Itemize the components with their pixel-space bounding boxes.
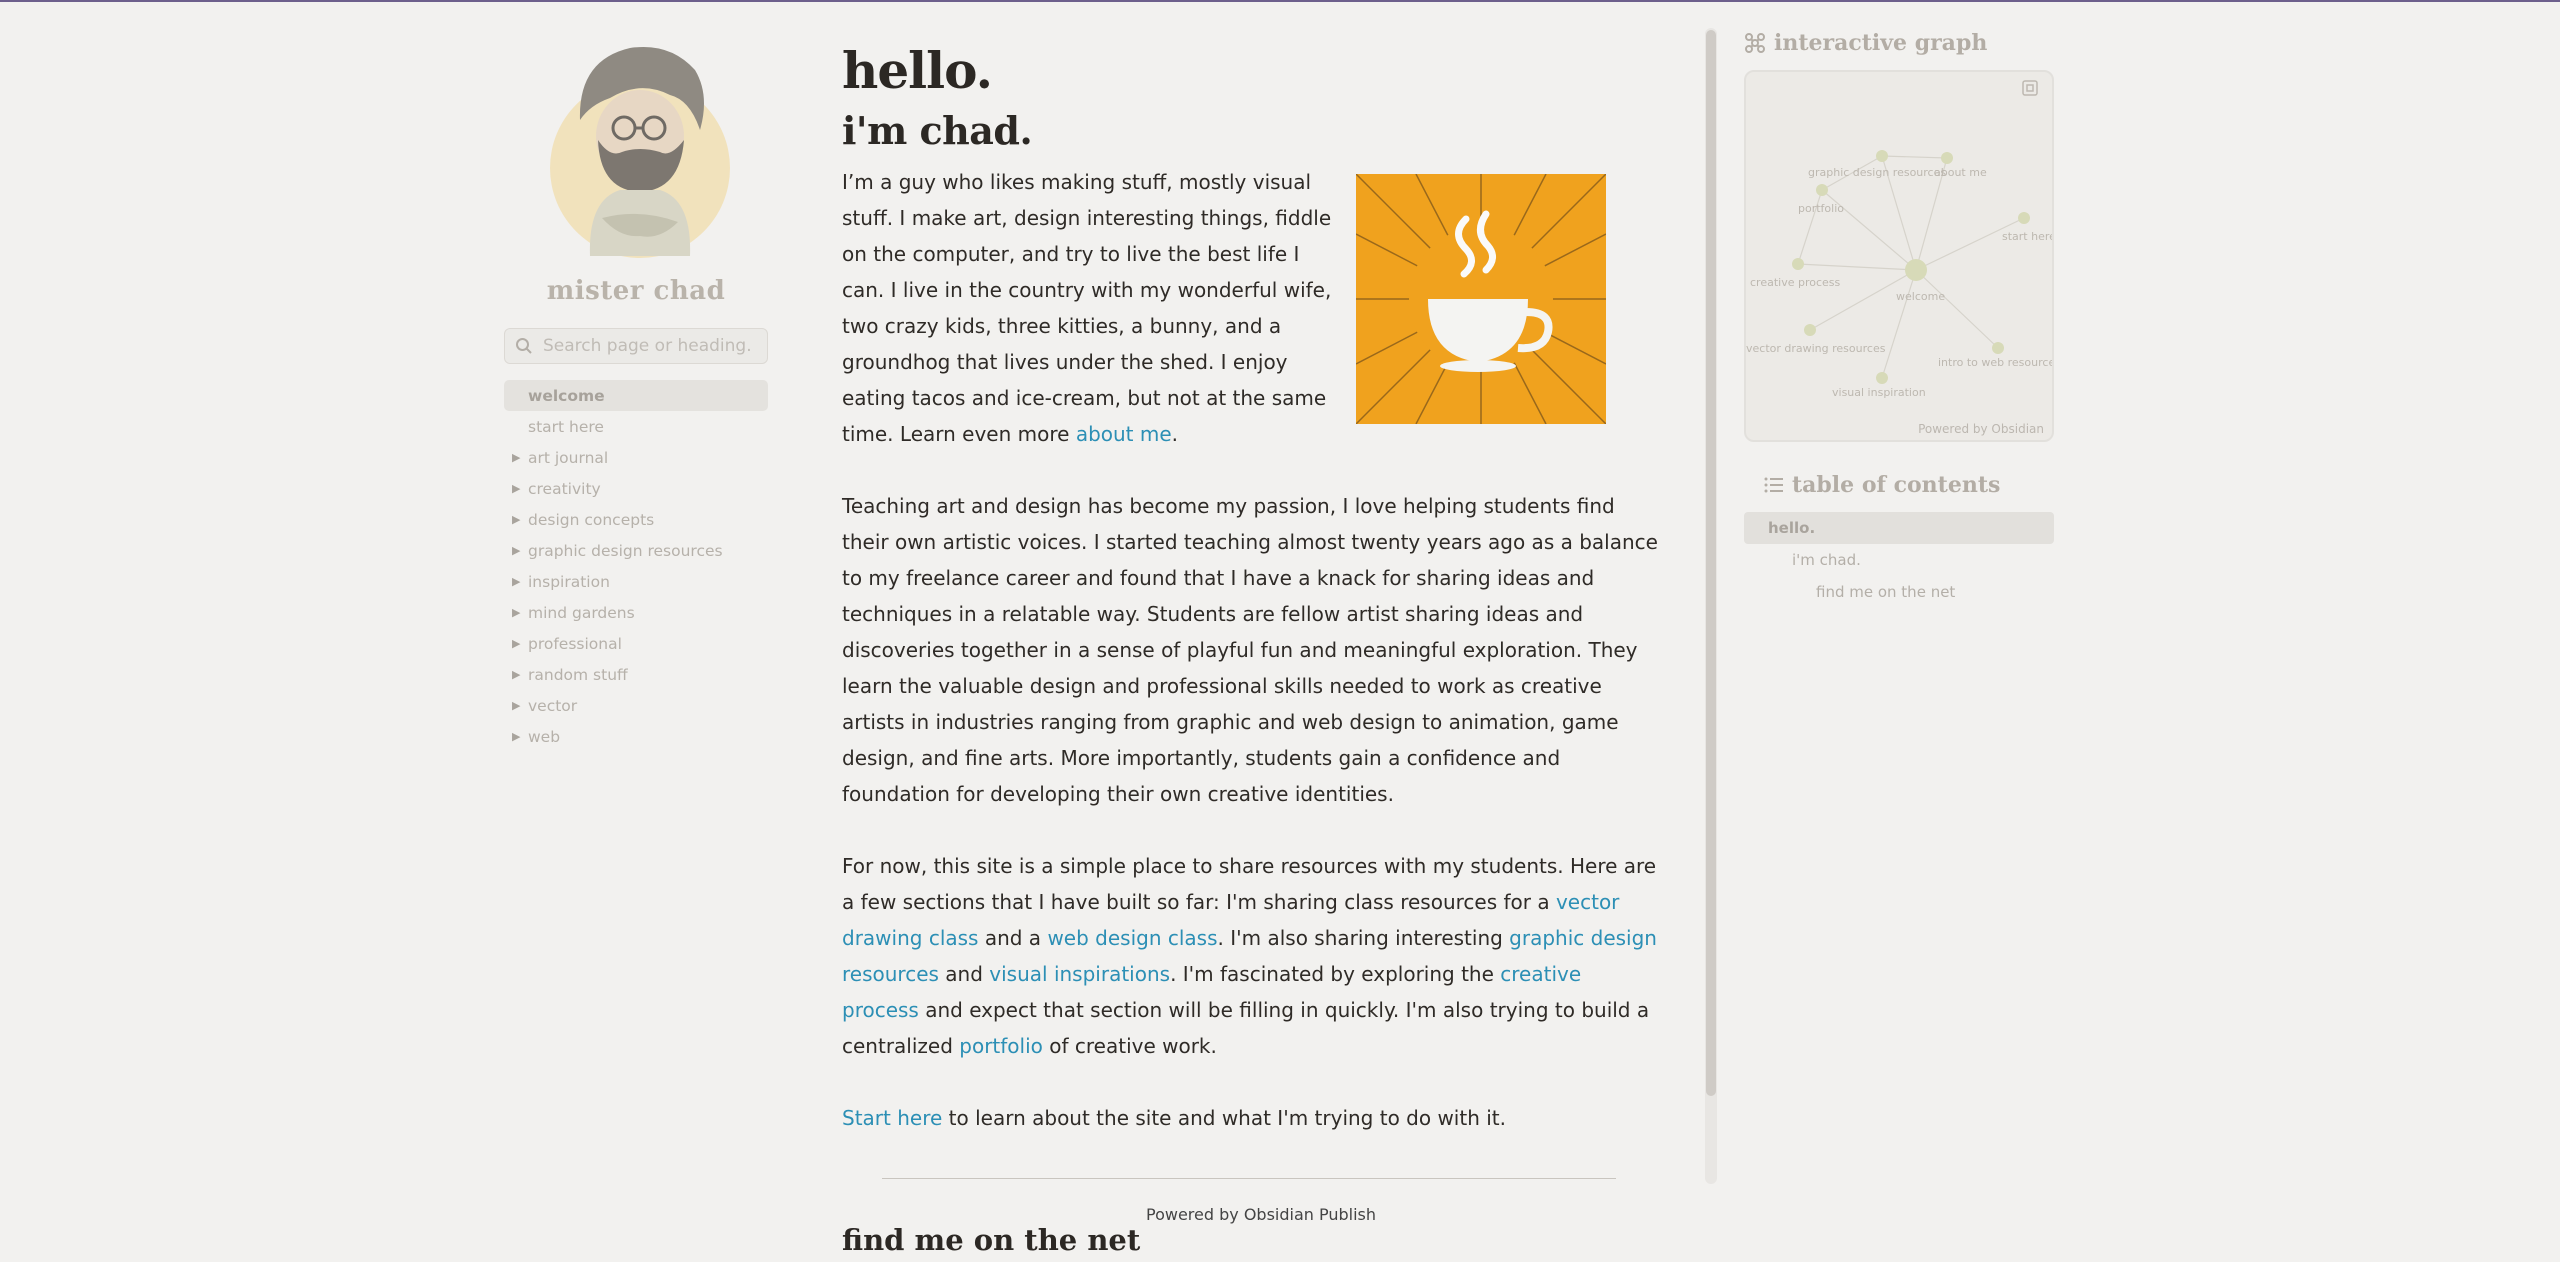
search-input[interactable]	[543, 336, 753, 356]
sidebar-item-web[interactable]: ▶ web	[504, 721, 768, 752]
site-name[interactable]: mister chad	[504, 276, 768, 306]
intro-text: I’m a guy who likes making stuff, mostly…	[842, 170, 1332, 446]
expand-triangle-icon[interactable]: ▶	[512, 606, 528, 619]
avatar-illustration	[579, 46, 704, 256]
sidebar-item-label: graphic design resources	[528, 541, 723, 560]
expand-triangle-icon[interactable]: ▶	[512, 544, 528, 557]
graph-panel-title: interactive graph	[1744, 30, 2054, 56]
sidebar-item-mind-gardens[interactable]: ▶ mind gardens	[504, 597, 768, 628]
graph-node-label[interactable]: vector drawing resources	[1746, 342, 1886, 355]
toc-item-hello[interactable]: hello.	[1744, 512, 2054, 544]
sidebar-item-start-here[interactable]: start here	[504, 411, 768, 442]
graph-powered-by: Powered by Obsidian	[1918, 422, 2044, 436]
expand-triangle-icon[interactable]: ▶	[512, 637, 528, 650]
sidebar-item-label: vector	[528, 696, 578, 715]
divider	[882, 1178, 1616, 1179]
sidebar-item-label: art journal	[528, 448, 609, 467]
page-subtitle: i'm chad.	[842, 108, 1033, 153]
coffee-cup-icon	[1356, 174, 1606, 424]
expand-triangle-icon[interactable]: ▶	[512, 575, 528, 588]
scrollbar-thumb[interactable]	[1706, 30, 1716, 1096]
site-paragraph: For now, this site is a simple place to …	[842, 848, 1658, 1064]
sidebar-item-creativity[interactable]: ▶ creativity	[504, 473, 768, 504]
graph-network[interactable]: welcome graphic design resources about m…	[1746, 72, 2052, 440]
left-sidebar: mister chad welcome start here ▶art jour…	[504, 40, 768, 752]
teaching-paragraph: Teaching art and design has become my pa…	[842, 494, 1658, 806]
graph-node-label[interactable]: portfolio	[1798, 202, 1844, 215]
web-design-class-link[interactable]: web design class	[1047, 926, 1217, 950]
avatar[interactable]	[550, 40, 730, 258]
expand-triangle-icon[interactable]: ▶	[512, 668, 528, 681]
sidebar-item-welcome[interactable]: welcome	[504, 380, 768, 411]
expand-triangle-icon[interactable]: ▶	[512, 451, 528, 464]
search-box[interactable]	[504, 328, 768, 364]
toc-panel-title: table of contents	[1764, 472, 2054, 498]
page-title: hello.	[842, 41, 993, 100]
sidebar-item-label: web	[528, 727, 561, 746]
sidebar-item-label: mind gardens	[528, 603, 635, 622]
sidebar-item-professional[interactable]: ▶ professional	[504, 628, 768, 659]
graph-expand-icon[interactable]	[2022, 80, 2038, 96]
site-text: For now, this site is a simple place to …	[842, 854, 1657, 914]
graph-node-label[interactable]: graphic design resources	[1808, 166, 1946, 179]
sidebar-nav: welcome start here ▶ art journal ▶ creativ…	[504, 380, 768, 752]
coffee-cup-image	[1356, 174, 1606, 424]
start-here-link[interactable]: Start here	[842, 1106, 942, 1130]
sidebar-item-inspiration[interactable]: ▶ inspiration	[504, 566, 768, 597]
find-me-heading: find me on the net	[842, 1223, 1141, 1257]
graph-node-label[interactable]: start here	[2002, 230, 2052, 243]
toc-title: table of contents	[1792, 472, 2001, 498]
about-me-link[interactable]: about me	[1076, 422, 1172, 446]
visual-inspirations-link[interactable]: visual inspirations	[989, 962, 1170, 986]
sidebar-item-label: welcome	[528, 386, 605, 405]
sidebar-item-label: design concepts	[528, 510, 655, 529]
toc-item-find-me[interactable]: find me on the net	[1744, 576, 2054, 608]
list-icon	[1764, 477, 1783, 493]
site-text: . I'm fascinated by exploring the	[1170, 962, 1501, 986]
portfolio-link[interactable]: portfolio	[959, 1034, 1043, 1058]
right-sidebar: interactive graph welcome graphic design…	[1744, 30, 2054, 608]
graph-icon	[1745, 33, 1765, 53]
toc-list: hello. i'm chad. find me on the net	[1744, 512, 2054, 608]
footer-powered-by[interactable]: Powered by Obsidian Publish	[1146, 1205, 1376, 1224]
sidebar-item-label: start here	[528, 417, 604, 436]
graph-node-label[interactable]: intro to web resources	[1938, 356, 2052, 369]
sidebar-item-label: creativity	[528, 479, 601, 498]
site-text: . I'm also sharing interesting	[1217, 926, 1510, 950]
site-text: and	[938, 962, 990, 986]
search-icon	[516, 338, 532, 354]
toc-item-im-chad[interactable]: i'm chad.	[1744, 544, 2054, 576]
graph-node-label[interactable]: about me	[1934, 166, 1987, 179]
graph-node-label[interactable]: welcome	[1896, 290, 1945, 303]
interactive-graph[interactable]: welcome graphic design resources about m…	[1744, 70, 2054, 442]
graph-title: interactive graph	[1774, 30, 1988, 56]
sidebar-item-art-journal[interactable]: ▶ art journal	[504, 442, 768, 473]
sidebar-item-label: professional	[528, 634, 622, 653]
intro-section: I’m a guy who likes making stuff, mostly…	[842, 164, 1658, 452]
sidebar-item-graphic-design-resources[interactable]: ▶ graphic design resources	[504, 535, 768, 566]
top-accent-line	[0, 0, 2560, 2]
start-paragraph: Start here to learn about the site and w…	[842, 1100, 1658, 1136]
graph-node-label[interactable]: visual inspiration	[1832, 386, 1926, 399]
sidebar-item-random-stuff[interactable]: ▶ random stuff	[504, 659, 768, 690]
site-text: and a	[978, 926, 1048, 950]
expand-triangle-icon[interactable]: ▶	[512, 699, 528, 712]
main-content: hello. i'm chad. I’m a guy who likes mak…	[842, 36, 1658, 1257]
start-text: to learn about the site and what I'm try…	[942, 1106, 1506, 1130]
expand-triangle-icon[interactable]: ▶	[512, 513, 528, 526]
site-text: of creative work.	[1042, 1034, 1217, 1058]
sidebar-item-label: inspiration	[528, 572, 610, 591]
sidebar-item-design-concepts[interactable]: ▶ design concepts	[504, 504, 768, 535]
graph-node-label[interactable]: creative process	[1750, 276, 1841, 289]
table-of-contents: table of contents hello. i'm chad. find …	[1744, 472, 2054, 608]
expand-triangle-icon[interactable]: ▶	[512, 730, 528, 743]
sidebar-item-label: random stuff	[528, 665, 628, 684]
expand-triangle-icon[interactable]: ▶	[512, 482, 528, 495]
intro-end: .	[1171, 422, 1179, 446]
intro-paragraph: I’m a guy who likes making stuff, mostly…	[842, 164, 1342, 452]
sidebar-item-vector[interactable]: ▶ vector	[504, 690, 768, 721]
